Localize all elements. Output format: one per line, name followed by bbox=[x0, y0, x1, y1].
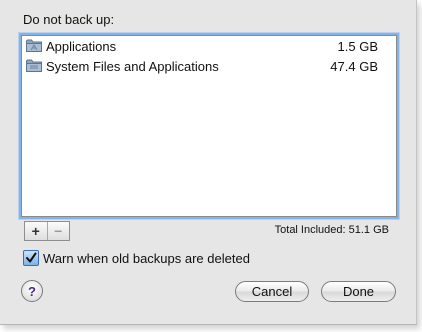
total-included-label: Total Included: 51.1 GB bbox=[274, 224, 389, 236]
help-button[interactable]: ? bbox=[21, 280, 43, 302]
warn-old-backups-checkbox[interactable] bbox=[23, 250, 39, 266]
checkmark-icon bbox=[26, 252, 37, 263]
exclusion-name: Applications bbox=[46, 39, 117, 54]
exclusion-size: 1.5 GB bbox=[337, 39, 378, 54]
exclusion-list[interactable]: Applications 1.5 GB System Files and App… bbox=[21, 35, 397, 217]
exclusion-name: System Files and Applications bbox=[46, 59, 219, 74]
remove-button[interactable]: − bbox=[48, 222, 70, 240]
add-button[interactable]: + bbox=[25, 222, 48, 240]
time-machine-options-sheet: Do not back up: Applications 1.5 GB Syst… bbox=[0, 0, 417, 325]
exclusion-row[interactable]: Applications 1.5 GB bbox=[22, 36, 396, 56]
warn-old-backups-option[interactable]: Warn when old backups are deleted bbox=[23, 250, 250, 266]
done-button[interactable]: Done bbox=[321, 281, 396, 302]
folder-icon bbox=[26, 39, 42, 52]
warn-old-backups-label: Warn when old backups are deleted bbox=[43, 250, 250, 266]
exclusion-row[interactable]: System Files and Applications 47.4 GB bbox=[22, 56, 396, 76]
exclusion-list-heading: Do not back up: bbox=[23, 12, 115, 27]
cancel-button[interactable]: Cancel bbox=[235, 281, 309, 302]
exclusion-size: 47.4 GB bbox=[330, 59, 378, 74]
add-remove-control: + − bbox=[24, 221, 70, 241]
folder-icon bbox=[26, 59, 42, 72]
